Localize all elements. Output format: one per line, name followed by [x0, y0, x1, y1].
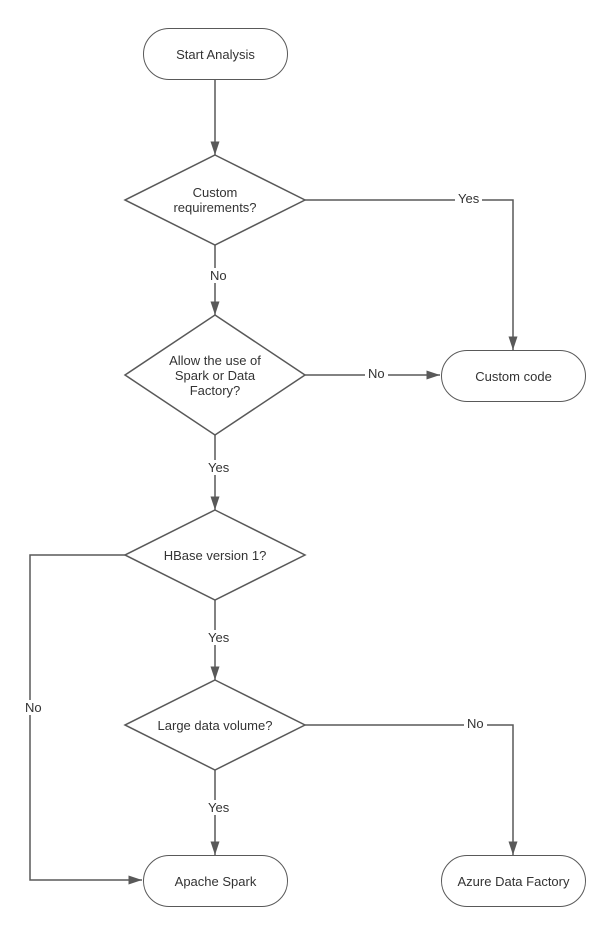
large-volume-yes-label: Yes: [205, 800, 232, 815]
azure-df-label: Azure Data Factory: [458, 874, 570, 889]
apache-spark-label: Apache Spark: [175, 874, 257, 889]
hbase-decision: HBase version 1?: [125, 510, 305, 600]
custom-req-yes-label: Yes: [455, 191, 482, 206]
spark-df-no-label: No: [365, 366, 388, 381]
custom-code-terminator: Custom code: [441, 350, 586, 402]
large-volume-label: Large data volume?: [158, 718, 273, 733]
start-label: Start Analysis: [176, 47, 255, 62]
apache-spark-terminator: Apache Spark: [143, 855, 288, 907]
hbase-no-label: No: [22, 700, 45, 715]
hbase-yes-label: Yes: [205, 630, 232, 645]
custom-req-label: Custom requirements?: [155, 185, 275, 215]
spark-df-decision: Allow the use of Spark or Data Factory?: [125, 315, 305, 435]
azure-df-terminator: Azure Data Factory: [441, 855, 586, 907]
large-volume-decision: Large data volume?: [125, 680, 305, 770]
custom-code-label: Custom code: [475, 369, 552, 384]
custom-req-decision: Custom requirements?: [125, 155, 305, 245]
custom-req-no-label: No: [207, 268, 230, 283]
start-terminator: Start Analysis: [143, 28, 288, 80]
large-volume-no-label: No: [464, 716, 487, 731]
spark-df-label: Allow the use of Spark or Data Factory?: [155, 353, 275, 398]
hbase-label: HBase version 1?: [164, 548, 267, 563]
flowchart-connectors: [0, 0, 606, 930]
spark-df-yes-label: Yes: [205, 460, 232, 475]
